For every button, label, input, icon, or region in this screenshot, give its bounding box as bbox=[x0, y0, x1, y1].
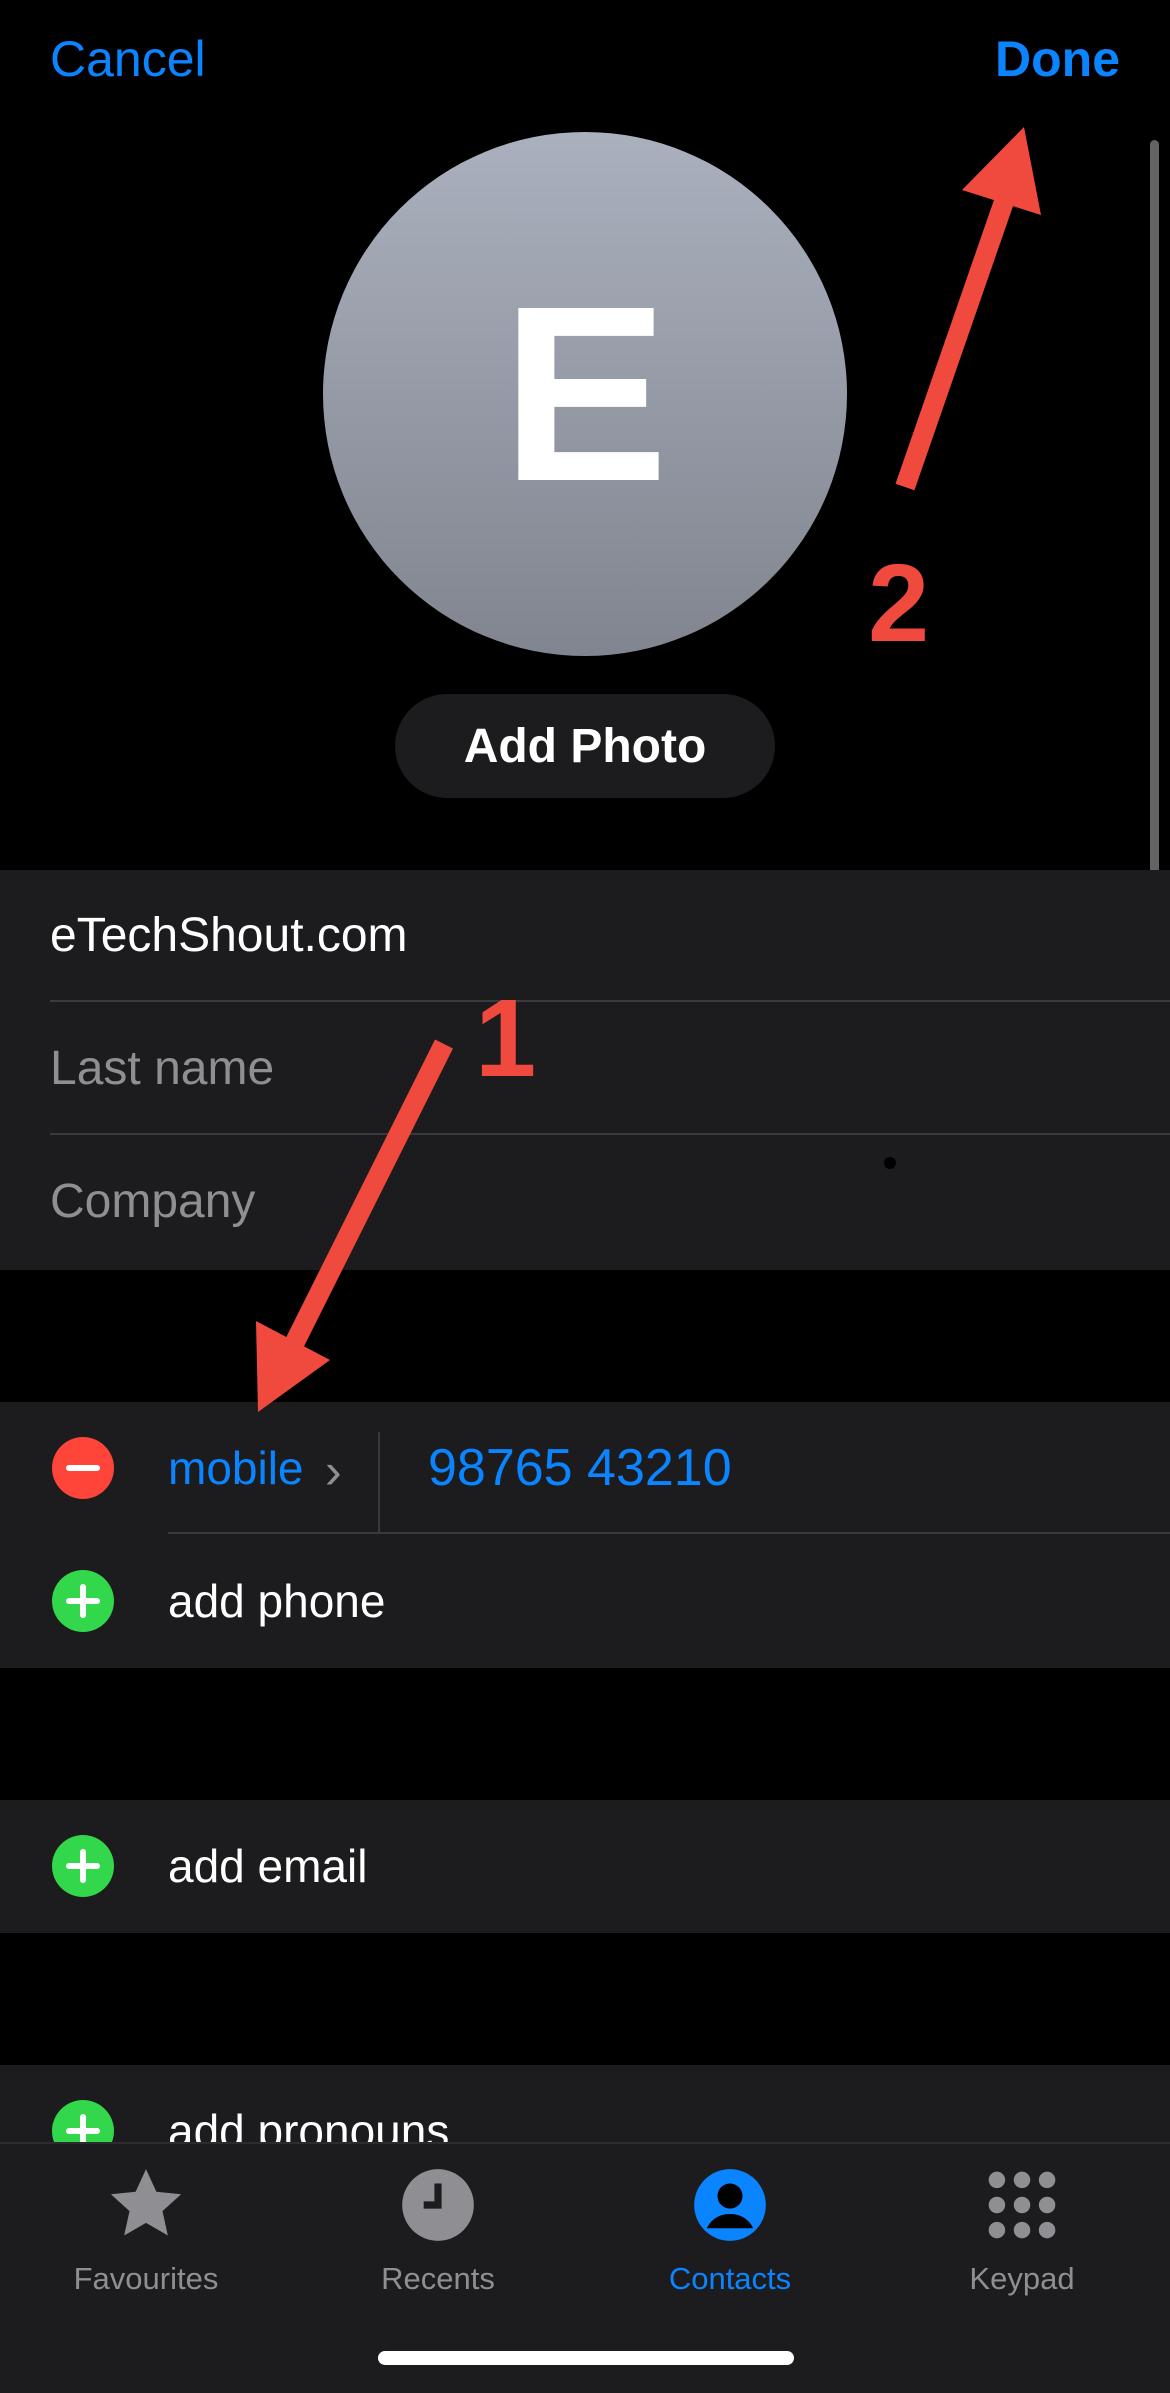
annotation-arrow-2 bbox=[895, 127, 1041, 491]
keypad-icon bbox=[988, 2171, 1056, 2239]
tab-label: Recents bbox=[381, 2261, 495, 2296]
star-icon bbox=[110, 2169, 182, 2236]
home-indicator[interactable] bbox=[378, 2351, 794, 2365]
tab-contacts[interactable]: Contacts bbox=[584, 2162, 876, 2297]
person-circle-icon bbox=[694, 2169, 766, 2241]
tab-label: Keypad bbox=[969, 2261, 1075, 2296]
tab-keypad[interactable]: Keypad bbox=[876, 2162, 1168, 2297]
annotation-label-1: 1 bbox=[475, 977, 537, 1100]
tab-favourites[interactable]: Favourites bbox=[0, 2162, 292, 2297]
annotation-arrows bbox=[256, 127, 1041, 1412]
clock-icon bbox=[402, 2169, 474, 2241]
tab-label: Favourites bbox=[73, 2261, 219, 2296]
tab-recents[interactable]: Recents bbox=[292, 2162, 584, 2297]
annotation-arrow-1 bbox=[256, 1039, 453, 1412]
annotation-label-2: 2 bbox=[868, 542, 930, 665]
tab-label: Contacts bbox=[668, 2261, 792, 2296]
